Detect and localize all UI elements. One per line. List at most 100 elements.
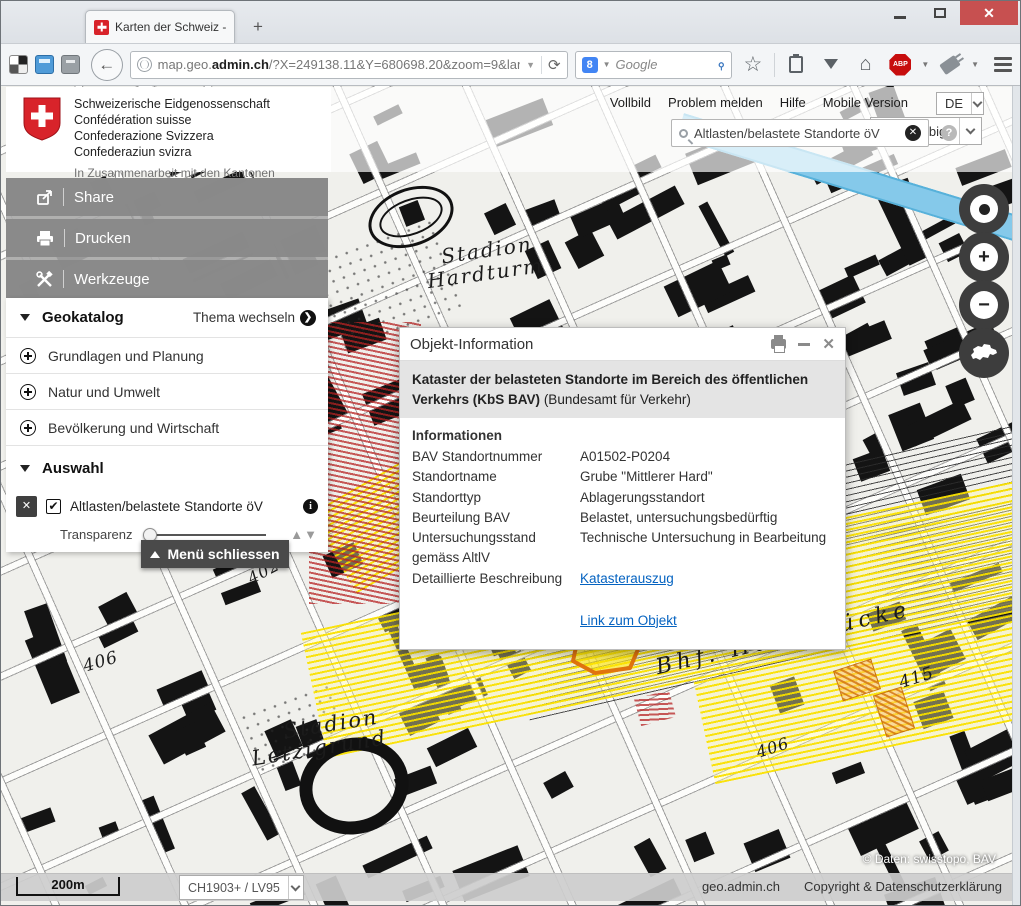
bookmarks-panel-icon[interactable]: [782, 51, 810, 79]
layer-label: Altlasten/belastete Standorte öV: [70, 499, 294, 514]
clear-search-icon[interactable]: ✕: [905, 125, 921, 141]
swiss-favicon: [94, 20, 109, 35]
transparency-label: Transparenz: [60, 527, 133, 542]
category-natur[interactable]: Natur und Umwelt: [6, 374, 328, 410]
engine-dropdown-icon[interactable]: ▼: [603, 60, 611, 69]
browser-tab[interactable]: Karten der Schweiz - Schweize...: [85, 10, 235, 43]
object-info-popup: Objekt-Information ✕ Kataster der belast…: [399, 327, 846, 650]
link-mobile-version[interactable]: Mobile Version: [823, 95, 908, 110]
popup-section-title: Informationen: [412, 428, 833, 443]
map-footer: 200m CH1903+ / LV95 geo.admin.ch Copyrig…: [1, 873, 1012, 901]
url-dropdown-icon[interactable]: ▼: [526, 60, 535, 70]
search-placeholder: Google: [616, 57, 713, 72]
chevron-up-icon: [150, 551, 160, 558]
katasterauszug-link[interactable]: Katasterauszug: [580, 571, 674, 586]
geocatalog-panel: Geokatalog Thema wechseln ❯ Grundlagen u…: [6, 298, 328, 552]
print-icon[interactable]: [771, 339, 786, 349]
geolocate-button[interactable]: [959, 184, 1009, 234]
expand-icon[interactable]: [20, 384, 36, 400]
search-icon: [679, 129, 688, 138]
extension-icon-2[interactable]: [35, 55, 54, 74]
browser-window: Karten der Schweiz - Schweize... + ✕ ← m…: [0, 0, 1021, 906]
minimize-button[interactable]: [880, 1, 920, 25]
adblock-icon[interactable]: ABP: [886, 51, 914, 79]
logo-line: Schweizerische Eidgenossenschaft: [74, 97, 275, 113]
search-go-icon[interactable]: ⌕: [712, 56, 730, 74]
map-controls: + −: [959, 184, 1009, 376]
scrollbar-gutter[interactable]: [1012, 86, 1020, 905]
change-theme-link[interactable]: Thema wechseln ❯: [193, 310, 316, 326]
language-select[interactable]: DE: [936, 92, 984, 115]
menu-hamburger-icon[interactable]: [994, 57, 1012, 72]
new-tab-button[interactable]: +: [245, 15, 271, 39]
plugin-dropdown-icon[interactable]: ▼: [971, 60, 979, 69]
navigation-toolbar: ← map.geo.admin.ch/?X=249138.11&Y=680698…: [1, 43, 1020, 86]
map-attribution: © Daten: swisstopo, BAV: [863, 852, 996, 866]
reload-icon[interactable]: ⟳: [541, 56, 561, 74]
menu-item-share[interactable]: Share: [6, 178, 328, 216]
popup-title: Objekt-Information: [410, 336, 771, 353]
plugin-icon[interactable]: [936, 51, 964, 79]
remove-layer-icon[interactable]: ✕: [16, 496, 37, 517]
extension-icon-3[interactable]: [61, 55, 80, 74]
zoom-out-button[interactable]: −: [959, 280, 1009, 330]
logo-line: Confederaziun svizra: [74, 145, 275, 161]
switzerland-outline-icon: [969, 342, 999, 364]
swiss-shield-icon: [22, 97, 62, 141]
bookmark-star-icon[interactable]: ☆: [739, 51, 767, 79]
scale-bar: 200m: [16, 877, 120, 896]
downloads-icon[interactable]: [817, 51, 845, 79]
extension-icon-1[interactable]: [9, 55, 28, 74]
collapse-icon[interactable]: [20, 465, 30, 472]
info-row: Untersuchungsstand gemäss AltlVTechnisch…: [412, 528, 833, 569]
category-bevoelkerung[interactable]: Bevölkerung und Wirtschaft: [6, 410, 328, 446]
zoom-in-button[interactable]: +: [959, 232, 1009, 282]
site-header: Vollbild Problem melden Hilfe Mobile Ver…: [6, 87, 1012, 172]
link-problem-melden[interactable]: Problem melden: [668, 95, 763, 110]
title-bar: Karten der Schweiz - Schweize... + ✕: [1, 1, 1020, 43]
tools-icon: [36, 271, 53, 288]
arrow-right-icon: ❯: [300, 310, 316, 326]
menu-item-drucken[interactable]: Drucken: [6, 219, 328, 257]
layer-info-icon[interactable]: i: [303, 499, 318, 514]
geoadmin-link[interactable]: geo.admin.ch: [702, 879, 780, 894]
logo-line: Confederazione Svizzera: [74, 129, 275, 145]
printer-icon: [36, 230, 54, 247]
search-help-icon[interactable]: ?: [941, 125, 957, 141]
link-hilfe[interactable]: Hilfe: [780, 95, 806, 110]
map-search-box[interactable]: ✕: [671, 119, 929, 147]
copyright-link[interactable]: Copyright & Datenschutzerklärung: [804, 879, 1002, 894]
home-icon[interactable]: ⌂: [852, 51, 880, 79]
adblock-dropdown-icon[interactable]: ▼: [921, 60, 929, 69]
close-button[interactable]: ✕: [960, 1, 1018, 25]
target-icon: [979, 204, 990, 215]
minimize-popup-icon[interactable]: [798, 343, 810, 346]
close-menu-button[interactable]: Menü schliessen: [141, 540, 289, 568]
sidebar-menu: Share Drucken Werkzeuge: [6, 178, 328, 300]
category-grundlagen[interactable]: Grundlagen und Planung: [6, 338, 328, 374]
collapse-icon[interactable]: [20, 314, 30, 321]
expand-icon[interactable]: [20, 420, 36, 436]
auswahl-title[interactable]: Auswahl: [42, 460, 314, 477]
layer-checkbox[interactable]: ✔: [46, 499, 61, 514]
url-text: map.geo.admin.ch/?X=249138.11&Y=680698.2…: [158, 57, 521, 72]
expand-icon[interactable]: [20, 348, 36, 364]
back-button[interactable]: ←: [91, 49, 123, 81]
link-zum-objekt-link[interactable]: Link zum Objekt: [580, 613, 677, 628]
info-row: Detaillierte Beschreibung Katasterauszug: [412, 569, 833, 589]
confederation-logo: Schweizerische Eidgenossenschaft Confédé…: [6, 87, 331, 172]
url-bar[interactable]: map.geo.admin.ch/?X=249138.11&Y=680698.2…: [130, 51, 568, 79]
link-vollbild[interactable]: Vollbild: [610, 95, 651, 110]
layer-reorder-icons[interactable]: ▲▼: [290, 527, 318, 542]
projection-select[interactable]: CH1903+ / LV95: [179, 875, 304, 900]
zoom-to-switzerland-button[interactable]: [959, 328, 1009, 378]
menu-item-werkzeuge[interactable]: Werkzeuge: [6, 260, 328, 298]
search-engine-bar[interactable]: 8 ▼ Google ⌕: [575, 51, 732, 79]
info-row: StandorttypAblagerungsstandort: [412, 488, 833, 508]
geokatalog-title[interactable]: Geokatalog: [42, 309, 193, 326]
google-engine-icon[interactable]: 8: [582, 57, 598, 73]
info-row: Beurteilung BAVBelastet, untersuchungsbe…: [412, 508, 833, 528]
maximize-button[interactable]: [920, 1, 960, 25]
map-search-input[interactable]: [694, 126, 899, 141]
close-popup-icon[interactable]: ✕: [822, 335, 835, 353]
